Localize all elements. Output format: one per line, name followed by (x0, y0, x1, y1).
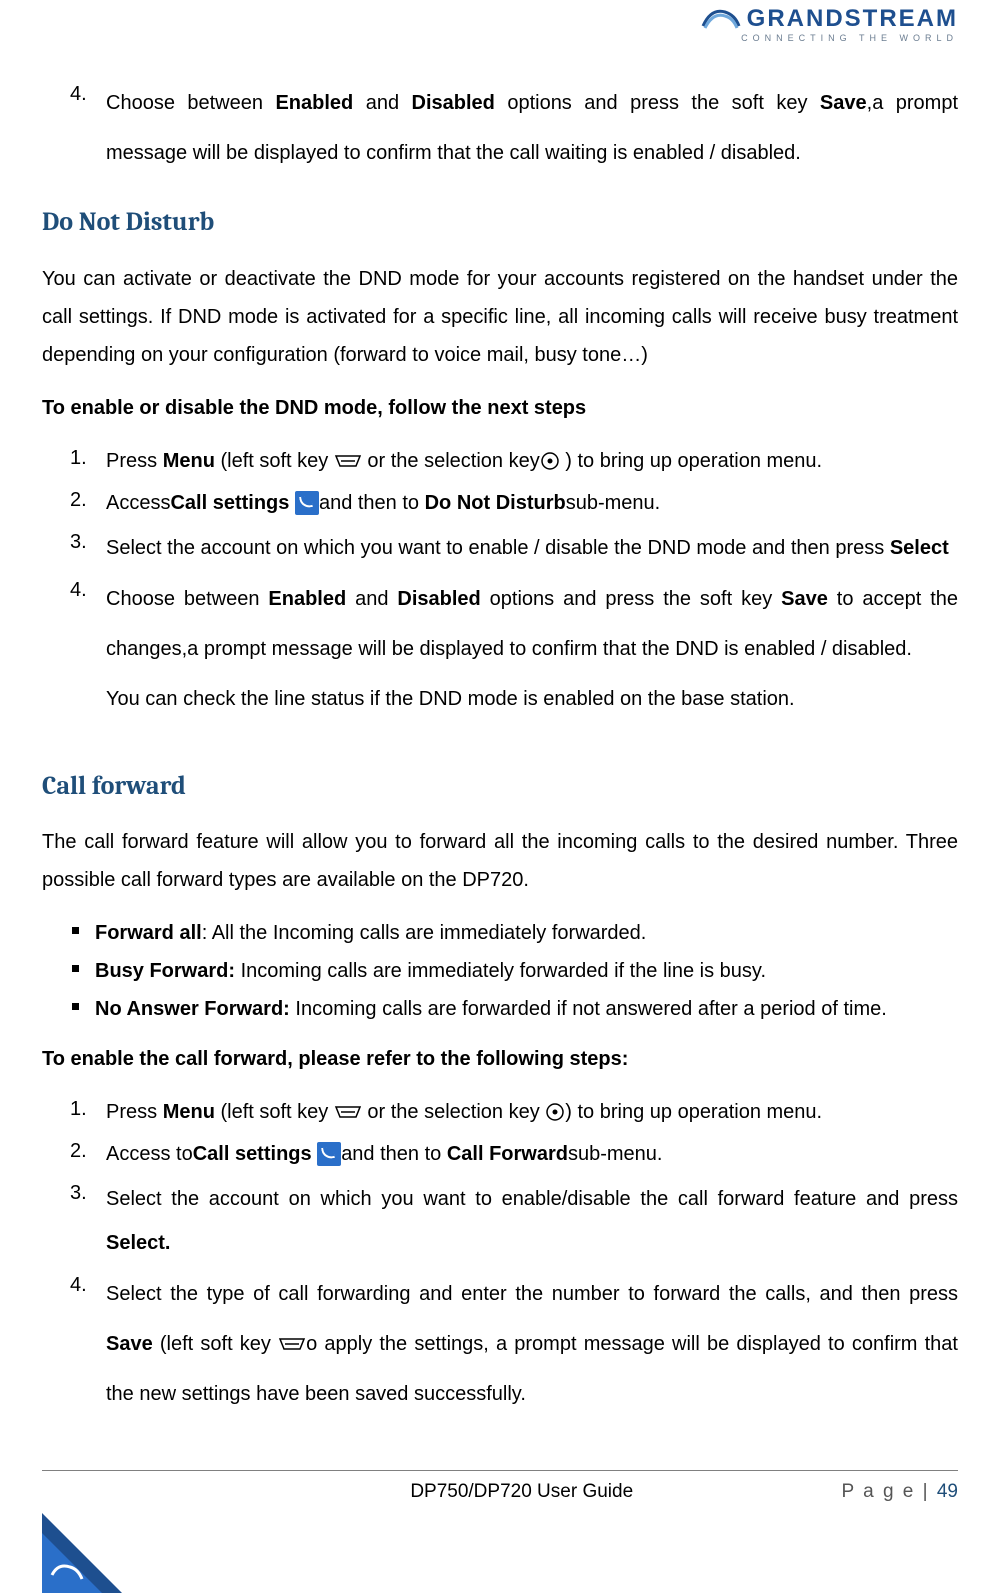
dnd-steps-lead: To enable or disable the DND mode, follo… (42, 392, 958, 424)
logo-text: GRANDSTREAM (747, 7, 958, 31)
selection-key-icon (540, 446, 560, 466)
cf-step-4: 4. Select the type of call forwarding an… (70, 1269, 958, 1419)
cf-steps-lead: To enable the call forward, please refer… (42, 1043, 958, 1075)
call-waiting-step-4: 4. Choose between Enabled and Disabled o… (70, 78, 958, 178)
cf-type-forward-all: Forward all: All the Incoming calls are … (72, 917, 958, 949)
square-bullet-icon (72, 927, 79, 934)
selection-key-icon (545, 1097, 565, 1117)
square-bullet-icon (72, 1003, 79, 1010)
cf-step-3: 3. Select the account on which you want … (70, 1177, 958, 1265)
logo-mark-icon (701, 6, 741, 32)
cf-types-list: Forward all: All the Incoming calls are … (72, 917, 958, 1025)
dnd-description: You can activate or deactivate the DND m… (42, 260, 958, 374)
footer-title: DP750/DP720 User Guide (202, 1481, 841, 1503)
softkey-icon (334, 1096, 362, 1114)
call-settings-icon (317, 1142, 341, 1166)
list-text: Choose between Enabled and Disabled opti… (106, 78, 958, 178)
cf-step-2: 2. Access toCall settings and then to Ca… (70, 1135, 958, 1173)
cf-step-1: 1. Press Menu (left soft key or the sele… (70, 1093, 958, 1131)
list-number: 4. (70, 78, 106, 178)
cf-type-no-answer: No Answer Forward: Incoming calls are fo… (72, 993, 958, 1025)
page-footer: DP750/DP720 User Guide P a g e | 49 (42, 1470, 958, 1503)
square-bullet-icon (72, 965, 79, 972)
dnd-step-1: 1. Press Menu (left soft key or the sele… (70, 442, 958, 480)
brand-logo: GRANDSTREAM CONNECTING THE WORLD (701, 6, 958, 43)
footer-page: P a g e | 49 (841, 1481, 958, 1503)
cf-type-busy: Busy Forward: Incoming calls are immedia… (72, 955, 958, 987)
dnd-note: You can check the line status if the DND… (106, 680, 958, 718)
heading-dnd: Do Not Disturb (42, 202, 958, 244)
dnd-step-2: 2. AccessCall settings and then to Do No… (70, 484, 958, 522)
dnd-step-3: 3. Select the account on which you want … (70, 526, 958, 570)
logo-tagline: CONNECTING THE WORLD (701, 34, 958, 43)
heading-call-forward: Call forward (42, 766, 958, 808)
dnd-step-4: 4. Choose between Enabled and Disabled o… (70, 574, 958, 674)
corner-fold-icon (42, 1513, 122, 1593)
cf-description: The call forward feature will allow you … (42, 823, 958, 899)
softkey-icon (334, 445, 362, 463)
call-settings-icon (295, 491, 319, 515)
softkey-icon (278, 1322, 306, 1340)
